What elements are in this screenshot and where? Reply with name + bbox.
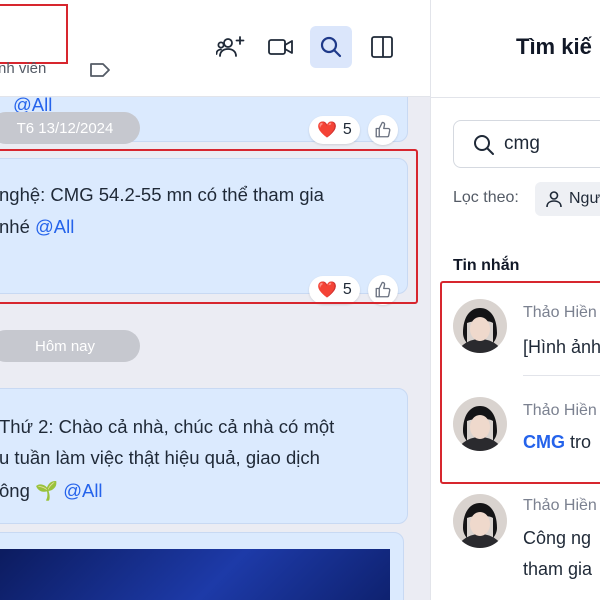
date-separator: T6 13/12/2024 (0, 112, 140, 144)
filter-chip-label: Ngư (569, 190, 600, 207)
date-separator-label: Hôm nay (34, 337, 96, 355)
filter-label: Lọc theo: (453, 189, 519, 206)
chat-header: nh viên (0, 0, 430, 97)
video-call-icon (268, 39, 293, 55)
panel-toggle-icon (371, 36, 393, 58)
filter-sender-chip[interactable]: Ngư (535, 182, 600, 216)
person-icon (546, 191, 562, 208)
result-snippet[interactable]: Công ng (523, 528, 591, 549)
chat-pane: @All T6 13/12/2024 ❤️ 5 nghệ: CMG 54.2-5… (0, 0, 430, 600)
date-separator-label: T6 13/12/2024 (16, 119, 114, 137)
search-input[interactable]: cmg (453, 120, 600, 168)
member-count-label[interactable]: nh viên (0, 60, 46, 77)
search-icon (474, 135, 494, 155)
tag-icon[interactable] (88, 59, 112, 81)
message-bubble-greeting: Thứ 2: Chào cả nhà, chúc cả nhà có một u… (0, 388, 408, 524)
seedling-emoji: 🌱 (35, 480, 59, 501)
reaction-count: 5 (342, 121, 352, 138)
search-icon (320, 36, 342, 58)
image-preview[interactable] (0, 549, 390, 600)
add-member-icon (216, 36, 245, 57)
thumbs-up-icon (375, 121, 391, 138)
result-snippet-line2: tham gia (523, 559, 593, 579)
like-button[interactable] (368, 115, 398, 145)
date-separator: Hôm nay (0, 330, 140, 362)
message-line: Thứ 2: Chào cả nhà, chúc cả nhà có một (0, 416, 335, 437)
add-member-button[interactable] (210, 26, 252, 68)
message-line: u tuần làm việc thật hiệu quả, giao dịch (0, 447, 320, 468)
search-header-divider (431, 97, 600, 98)
search-query[interactable]: cmg (504, 133, 540, 155)
highlight-box-message (0, 149, 418, 304)
reaction-badge[interactable]: ❤️ 5 (309, 116, 360, 144)
highlight-box-results (440, 281, 600, 484)
panel-toggle-button[interactable] (361, 26, 403, 68)
video-call-button[interactable] (260, 26, 302, 68)
message-line: ông 🌱 @All (0, 480, 103, 501)
search-pane: Tìm kiế cmg Lọc theo: Ngư Tin nhắn Thảo … (431, 0, 600, 600)
search-button[interactable] (310, 26, 352, 68)
messages-section-label: Tin nhắn (453, 257, 520, 274)
avatar[interactable] (453, 494, 507, 548)
search-pane-title: Tìm kiế (516, 34, 592, 59)
highlight-box-header (0, 4, 68, 64)
heart-icon: ❤️ (317, 122, 337, 139)
result-sender: Thảo Hiền (523, 497, 597, 514)
message-mention[interactable]: @All (63, 480, 102, 501)
